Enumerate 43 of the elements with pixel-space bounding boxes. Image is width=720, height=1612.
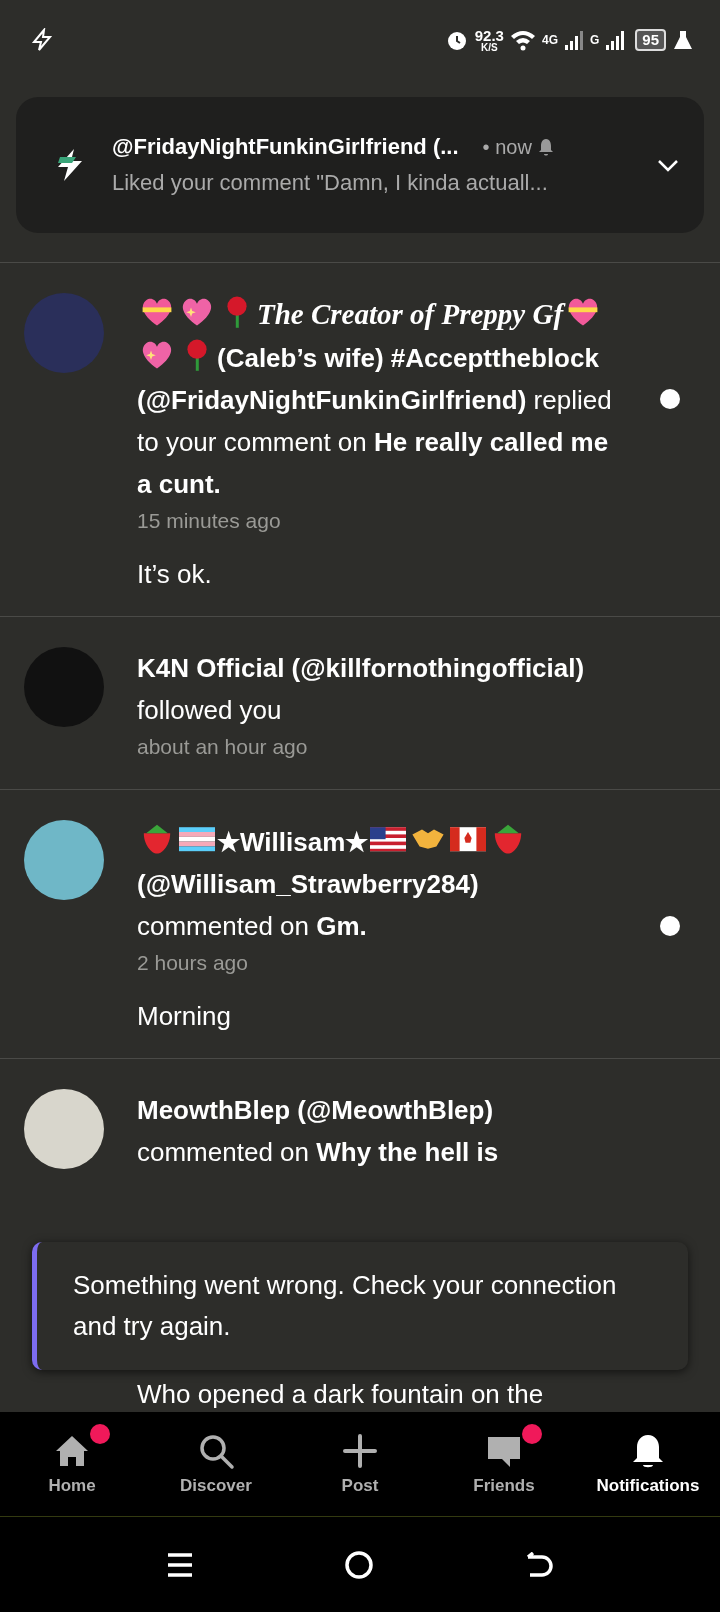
nav-tab[interactable]: Post — [288, 1412, 432, 1516]
timestamp: 2 hours ago — [137, 950, 249, 976]
bell-icon — [537, 138, 554, 156]
notification-row[interactable]: K4N Official (@killfornothingofficial) followed you about an hour ago — [0, 617, 720, 790]
flask-icon — [672, 29, 694, 51]
nav-tab[interactable]: Friends — [432, 1412, 576, 1516]
comment-text: It’s ok. — [137, 559, 212, 590]
user-name: (Caleb’s wife) #Accepttheblock — [217, 343, 599, 373]
search-icon — [197, 1432, 235, 1470]
signal-icon — [563, 29, 584, 51]
notification-banner[interactable]: @FridayNightFunkinGirlfriend (... • now Liked your comment "Damn, I kinda actuall... — [16, 97, 704, 233]
banner-time: • now — [482, 135, 532, 159]
menu-icon[interactable] — [166, 1551, 194, 1578]
battery-level: 95 — [635, 29, 666, 51]
comment-text: Who opened a dark fountain on the — [137, 1379, 544, 1410]
signal-icon — [605, 29, 626, 51]
notification-row[interactable]: The Creator of Preppy Gf (Caleb’s wife) #Accepttheblock (@FridayNightFunkinGirlfriend) replied to your comment on He really called me a cunt. 15 minutes ago It’s ok. — [0, 263, 720, 617]
notification-text: (@FridayNightFunkinGirlfriend) replied to your comment on He really called me a cunt. — [137, 384, 613, 501]
notification-text: (@Willisam_Strawberry284) commented on Gm. — [137, 868, 480, 943]
nav-tab[interactable]: Notifications — [576, 1412, 720, 1516]
plus-icon — [341, 1432, 379, 1470]
network-type: G — [589, 33, 600, 47]
user-name: ★Willisam★ — [217, 827, 369, 857]
comment-text: Morning — [137, 1001, 231, 1032]
banner-title: @FridayNightFunkinGirlfriend (... — [112, 134, 459, 160]
notification-row[interactable]: ★Willisam★ (@Willisam_Strawberry284) commented on Gm. 2 hours ago Morning — [0, 790, 720, 1059]
notification-text: K4N Official (@killfornothingofficial) followed you — [137, 652, 586, 727]
nav-tab[interactable]: Discover — [144, 1412, 288, 1516]
user-name: The Creator of Preppy Gf — [257, 298, 564, 330]
home-button-icon[interactable] — [344, 1549, 374, 1580]
bolt-icon — [30, 28, 54, 52]
speed-value: 92.3 — [474, 27, 504, 43]
timestamp: 15 minutes ago — [137, 508, 282, 534]
banner-text: Liked your comment "Damn, I kinda actuall... — [112, 170, 549, 196]
network-type: 4G — [541, 33, 558, 47]
speed-unit: K/S — [481, 42, 498, 53]
timestamp: about an hour ago — [137, 734, 309, 760]
chevron-down-icon — [656, 157, 680, 173]
back-icon[interactable] — [524, 1551, 554, 1578]
notification-text: MeowthBlep (@MeowthBlep) commented on Why the hell is — [137, 1094, 500, 1169]
nav-tab[interactable]: Home — [0, 1412, 144, 1516]
toast-message: Something went wrong. Check your connection and try again. — [73, 1269, 618, 1343]
wifi-icon — [509, 29, 536, 51]
